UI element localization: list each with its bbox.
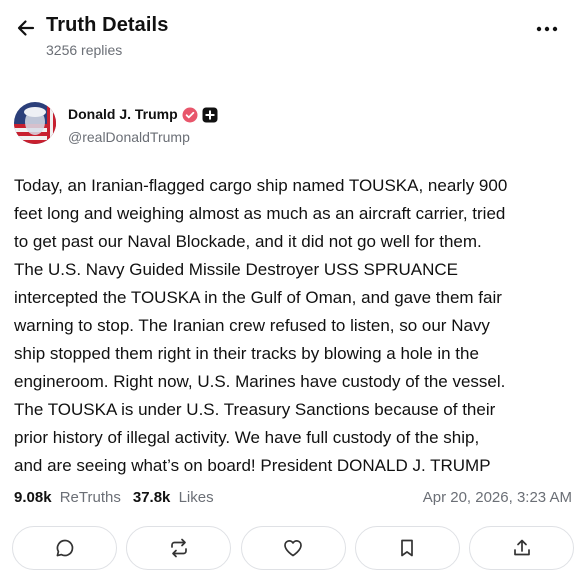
verified-badge-icon bbox=[182, 107, 198, 123]
more-horizontal-icon bbox=[536, 26, 558, 32]
author-name[interactable]: Donald J. Trump bbox=[68, 106, 178, 122]
author-handle[interactable]: @realDonaldTrump bbox=[68, 129, 190, 145]
post-body: Today, an Iranian-flagged cargo ship nam… bbox=[14, 176, 508, 475]
likes-count: 37.8k bbox=[132, 489, 171, 506]
page-header: Truth Details 3256 replies bbox=[0, 0, 585, 70]
post-stats: 9.08k ReTruths 37.8k Likes bbox=[14, 489, 226, 506]
share-button[interactable] bbox=[469, 526, 574, 570]
like-icon bbox=[282, 537, 304, 559]
arrow-left-icon bbox=[16, 18, 36, 38]
bookmark-button[interactable] bbox=[354, 526, 460, 570]
likes-stat[interactable]: 37.8k Likes bbox=[133, 489, 214, 506]
retruths-label: ReTruths bbox=[59, 489, 121, 506]
avatar[interactable] bbox=[14, 102, 56, 144]
post-timestamp: Apr 20, 2026, 3:23 AM bbox=[422, 489, 572, 506]
reply-icon bbox=[54, 537, 76, 559]
retruths-count: 9.08k bbox=[14, 489, 52, 506]
likes-label: Likes bbox=[178, 489, 214, 506]
retruths-stat[interactable]: 9.08k ReTruths bbox=[14, 489, 121, 506]
page-title: Truth Details bbox=[46, 14, 169, 36]
reply-button[interactable] bbox=[12, 526, 117, 570]
retruth-icon bbox=[168, 537, 190, 559]
more-options-button[interactable] bbox=[533, 18, 561, 40]
like-button[interactable] bbox=[240, 526, 346, 570]
back-button[interactable] bbox=[14, 16, 38, 40]
share-icon bbox=[511, 537, 533, 559]
reply-count[interactable]: 3256 replies bbox=[46, 42, 122, 58]
plus-badge-icon bbox=[202, 107, 218, 123]
bookmark-icon bbox=[396, 537, 418, 559]
action-bar bbox=[12, 526, 574, 570]
retruth-button[interactable] bbox=[126, 526, 232, 570]
